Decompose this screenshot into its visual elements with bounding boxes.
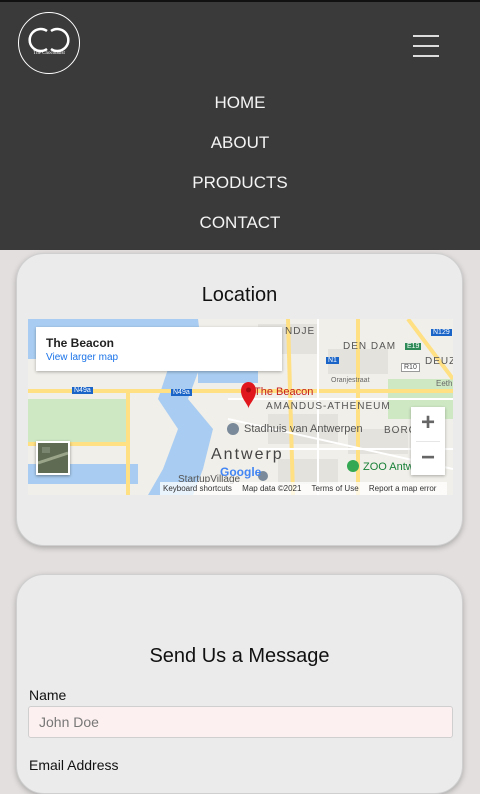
street-oranje: Oranjestraat (331, 377, 370, 384)
terms-link[interactable]: Terms of Use (312, 484, 359, 493)
nav-products[interactable]: PRODUCTS (0, 170, 480, 210)
map-label-district: AMANDUS-ATHENEUM (266, 401, 391, 412)
keyboard-shortcuts-link[interactable]: Keyboard shortcuts (163, 484, 232, 493)
zoom-out-button[interactable]: − (411, 442, 445, 476)
street-eeth: Eeth (436, 379, 453, 388)
zoom-in-button[interactable]: + (411, 407, 445, 441)
map-data-text: Map data ©2021 (242, 484, 302, 493)
report-error-link[interactable]: Report a map error (369, 484, 437, 493)
location-title: Location (201, 284, 278, 306)
email-label: Email Address (29, 757, 119, 773)
satellite-toggle[interactable] (36, 441, 70, 475)
road-e19: E19 (405, 343, 422, 350)
map-city-label: Antwerp (211, 446, 284, 463)
logo[interactable]: The Chocolatist (18, 12, 80, 74)
site-header: The Chocolatist HOME ABOUT PRODUCTS CONT… (0, 0, 480, 250)
poi-stadhuis: Stadhuis van Antwerpen (244, 423, 363, 435)
road-r10: R10 (401, 363, 420, 372)
location-card: Location NDJE DEN DAM DEU N129 E19 N1 R1… (16, 253, 463, 546)
nav-contact[interactable]: CONTACT (0, 210, 480, 250)
road-n49a-2: N49a (171, 389, 192, 396)
poi-zoo: ZOO Antw (363, 461, 414, 473)
map-info-card: The Beacon View larger map (36, 327, 282, 371)
main-nav: HOME ABOUT PRODUCTS CONTACT (0, 90, 480, 250)
google-logo: Google (220, 465, 261, 479)
hamburger-menu-icon[interactable] (413, 35, 439, 57)
road-n1: N1 (326, 357, 339, 364)
nav-home[interactable]: HOME (0, 90, 480, 130)
name-label: Name (29, 687, 67, 703)
map-label-deu: DEUZ (425, 356, 453, 367)
satellite-thumb-icon (38, 443, 68, 473)
map-label-ndje: NDJE (285, 326, 316, 337)
google-logo-text: Google (220, 465, 262, 479)
logo-text: The Chocolatist (33, 51, 65, 56)
nav-about[interactable]: ABOUT (0, 130, 480, 170)
map-place-name: The Beacon (46, 336, 115, 350)
map-zoom-controls: + − (411, 407, 445, 475)
road-n49a-1: N49a (72, 387, 93, 394)
map-attribution: Keyboard shortcuts Map data ©2021 Terms … (160, 482, 448, 495)
road-n129: N129 (431, 329, 452, 336)
map-pin-label: The Beacon (254, 386, 314, 398)
name-input[interactable]: John Doe (28, 706, 453, 738)
name-placeholder: John Doe (39, 714, 99, 730)
message-card: Send Us a Message Name John Doe Email Ad… (16, 574, 463, 794)
map-label-dendam: DEN DAM (343, 341, 397, 352)
logo-mark-icon (28, 27, 70, 53)
message-title: Send Us a Message (149, 645, 330, 667)
map-embed[interactable]: NDJE DEN DAM DEUZ N129 E19 N1 R10 N49a N… (28, 319, 453, 495)
view-larger-map-link[interactable]: View larger map (46, 352, 118, 363)
